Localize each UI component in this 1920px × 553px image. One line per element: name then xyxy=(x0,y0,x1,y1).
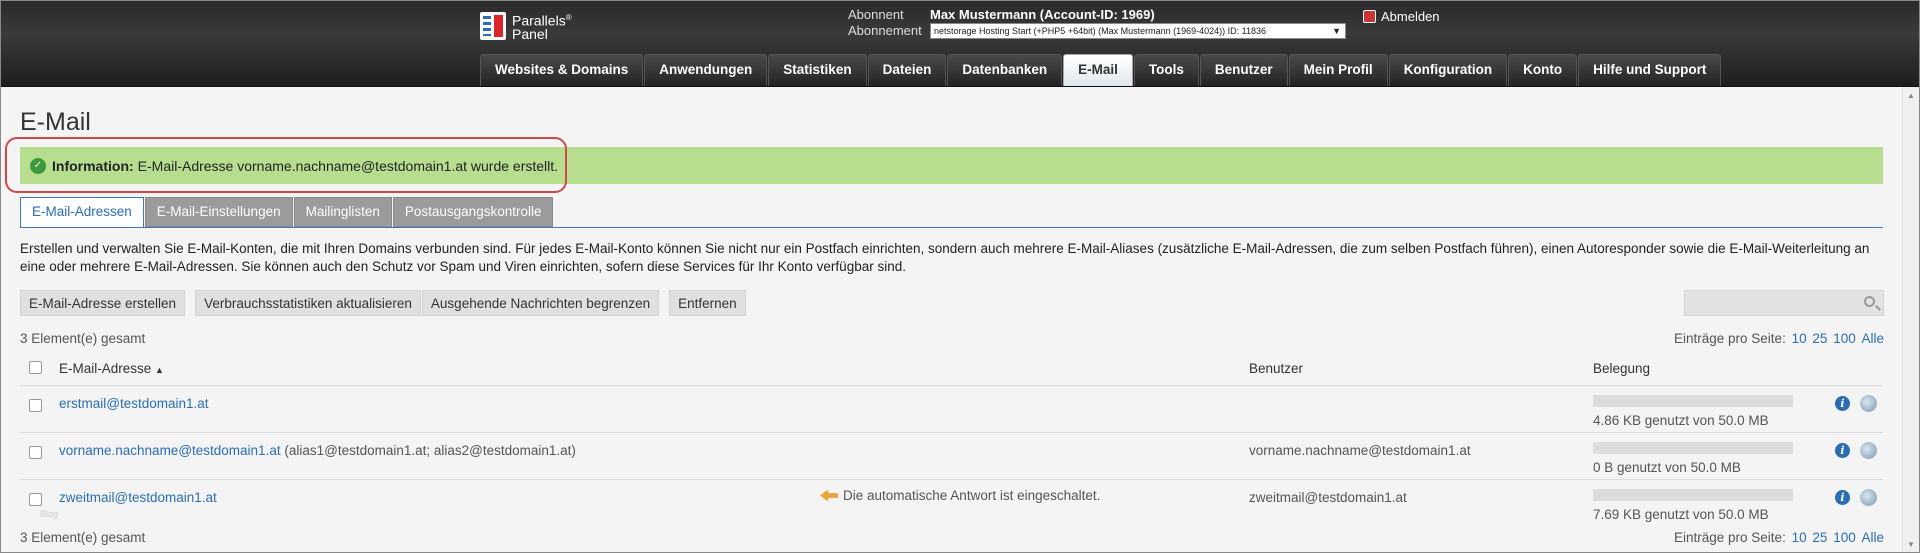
autoresponder-status: Die automatische Antwort ist eingeschalt… xyxy=(820,488,1100,503)
usage-text: 7.69 KB genutzt von 50.0 MB xyxy=(1593,507,1769,522)
nav-tab-konto[interactable]: Konto xyxy=(1508,54,1578,86)
table-row: erstmail@testdomain1.at 4.86 KB genutzt … xyxy=(20,385,1883,432)
brand-line2: Panel xyxy=(512,26,548,43)
per-page-100[interactable]: 100 xyxy=(1833,331,1856,346)
nav-tab-tools[interactable]: Tools xyxy=(1133,54,1199,86)
search-input[interactable] xyxy=(1684,290,1884,316)
info-icon[interactable]: i xyxy=(1835,490,1850,505)
webmail-icon[interactable] xyxy=(1860,395,1877,412)
per-page-all[interactable]: Alle xyxy=(1861,530,1884,545)
usage-bar xyxy=(1593,442,1793,454)
total-count-bottom: 3 Element(e) gesamt xyxy=(20,530,146,545)
usage-bar xyxy=(1593,395,1793,407)
blog-watermark: Blog xyxy=(40,509,59,519)
tab-mailing-lists[interactable]: Mailinglisten xyxy=(293,197,392,227)
vertical-scrollbar[interactable] xyxy=(1902,87,1920,553)
info-icon[interactable]: i xyxy=(1835,443,1850,458)
nav-tab-konfiguration[interactable]: Konfiguration xyxy=(1388,54,1508,86)
subscription-value: netstorage Hosting Start (+PHP5 +64bit) … xyxy=(934,26,1266,36)
subscriber-label: Abonnent xyxy=(848,7,904,22)
page-title: E-Mail xyxy=(20,108,91,136)
logout-icon xyxy=(1363,10,1376,23)
row-user: zweitmail@testdomain1.at xyxy=(1249,490,1407,505)
tab-outgoing-control[interactable]: Postausgangskontrolle xyxy=(392,197,554,227)
top-header: Parallels® Panel Abonnent Abonnement Max… xyxy=(0,0,1920,87)
usage-text: 4.86 KB genutzt von 50.0 MB xyxy=(1593,413,1769,428)
email-tabs: E-Mail-Adressen E-Mail-Einstellungen Mai… xyxy=(20,197,554,228)
total-count-top: 3 Element(e) gesamt xyxy=(20,331,146,346)
usage-bar xyxy=(1593,489,1793,501)
logout-link[interactable]: Abmelden xyxy=(1363,9,1440,24)
email-link: zweitmail@testdomain1.at xyxy=(59,490,217,505)
per-page-all[interactable]: Alle xyxy=(1861,331,1884,346)
search-icon[interactable] xyxy=(1864,296,1875,307)
table-row: zweitmail@testdomain1.at Blog Die automa… xyxy=(20,479,1883,526)
nav-tab-benutzer[interactable]: Benutzer xyxy=(1199,54,1288,86)
subscription-label: Abonnement xyxy=(848,23,922,38)
table-header: E-Mail-Adresse ▲ Benutzer Belegung xyxy=(20,358,1883,382)
autoresponder-arrow-icon xyxy=(820,489,838,502)
dropdown-arrow-icon: ▼ xyxy=(1332,26,1341,36)
nav-tab-anwendungen[interactable]: Anwendungen xyxy=(644,54,768,86)
brand-reg: ® xyxy=(565,12,572,22)
row-checkbox[interactable] xyxy=(29,493,42,506)
sort-asc-icon: ▲ xyxy=(155,365,164,375)
nav-tab-hilfe-und-support[interactable]: Hilfe und Support xyxy=(1578,54,1722,86)
row-checkbox[interactable] xyxy=(29,446,42,459)
toolbar: E-Mail-Adresse erstellen Verbrauchsstati… xyxy=(20,290,746,316)
tab-email-addresses[interactable]: E-Mail-Adressen xyxy=(20,197,144,228)
webmail-icon[interactable] xyxy=(1860,489,1877,506)
alias-text: (alias1@testdomain1.at; alias2@testdomai… xyxy=(284,443,576,458)
per-page-10[interactable]: 10 xyxy=(1792,530,1807,545)
nav-tab-e-mail[interactable]: E-Mail xyxy=(1063,54,1133,86)
nav-tab-dateien[interactable]: Dateien xyxy=(867,54,947,86)
nav-tab-statistiken[interactable]: Statistiken xyxy=(768,54,867,86)
row-user: vorname.nachname@testdomain1.at xyxy=(1249,443,1471,458)
column-email[interactable]: E-Mail-Adresse ▲ xyxy=(59,361,164,376)
usage-text: 0 B genutzt von 50.0 MB xyxy=(1593,460,1741,475)
per-page-10[interactable]: 10 xyxy=(1792,331,1807,346)
per-page-label: Einträge pro Seite: xyxy=(1674,331,1786,346)
select-all-checkbox[interactable] xyxy=(29,361,42,374)
email-link: erstmail@testdomain1.at xyxy=(59,396,209,411)
table-row: vorname.nachname@testdomain1.at (alias1@… xyxy=(20,432,1883,479)
description: Erstellen und verwalten Sie E-Mail-Konte… xyxy=(20,241,1870,274)
refresh-stats-button[interactable]: Verbrauchsstatistiken aktualisieren xyxy=(195,290,421,316)
main-nav: Websites & Domains Anwendungen Statistiken… xyxy=(480,54,1722,86)
subscriber-name: Max Mustermann (Account-ID: 1969) xyxy=(930,7,1155,22)
subscription-select[interactable]: netstorage Hosting Start (+PHP5 +64bit) … xyxy=(930,23,1346,39)
per-page-bottom: Einträge pro Seite: 10 25 100 Alle xyxy=(1674,530,1884,545)
email-link: vorname.nachname@testdomain1.at (alias1@… xyxy=(59,443,576,458)
per-page-25[interactable]: 25 xyxy=(1812,530,1827,545)
limit-outgoing-button[interactable]: Ausgehende Nachrichten begrenzen xyxy=(421,290,660,316)
create-email-button[interactable]: E-Mail-Adresse erstellen xyxy=(20,290,186,316)
logout-label: Abmelden xyxy=(1381,9,1440,24)
remove-button[interactable]: Entfernen xyxy=(669,290,746,316)
per-page-25[interactable]: 25 xyxy=(1812,331,1827,346)
row-checkbox[interactable] xyxy=(29,399,42,412)
parallels-logo-icon xyxy=(480,12,506,40)
tabs-divider xyxy=(20,227,1883,228)
webmail-icon[interactable] xyxy=(1860,442,1877,459)
per-page-100[interactable]: 100 xyxy=(1833,530,1856,545)
tab-email-settings[interactable]: E-Mail-Einstellungen xyxy=(144,197,293,227)
info-icon[interactable]: i xyxy=(1835,396,1850,411)
column-user[interactable]: Benutzer xyxy=(1249,361,1303,376)
nav-tab-mein-profil[interactable]: Mein Profil xyxy=(1288,54,1388,86)
column-usage[interactable]: Belegung xyxy=(1593,361,1650,376)
nav-tab-datenbanken[interactable]: Datenbanken xyxy=(947,54,1063,86)
per-page-label: Einträge pro Seite: xyxy=(1674,530,1786,545)
highlight-annotation xyxy=(5,137,567,193)
per-page-top: Einträge pro Seite: 10 25 100 Alle xyxy=(1674,331,1884,346)
nav-tab-websites-domains[interactable]: Websites & Domains xyxy=(480,54,644,86)
parallels-logo[interactable]: Parallels® Panel xyxy=(480,10,590,42)
